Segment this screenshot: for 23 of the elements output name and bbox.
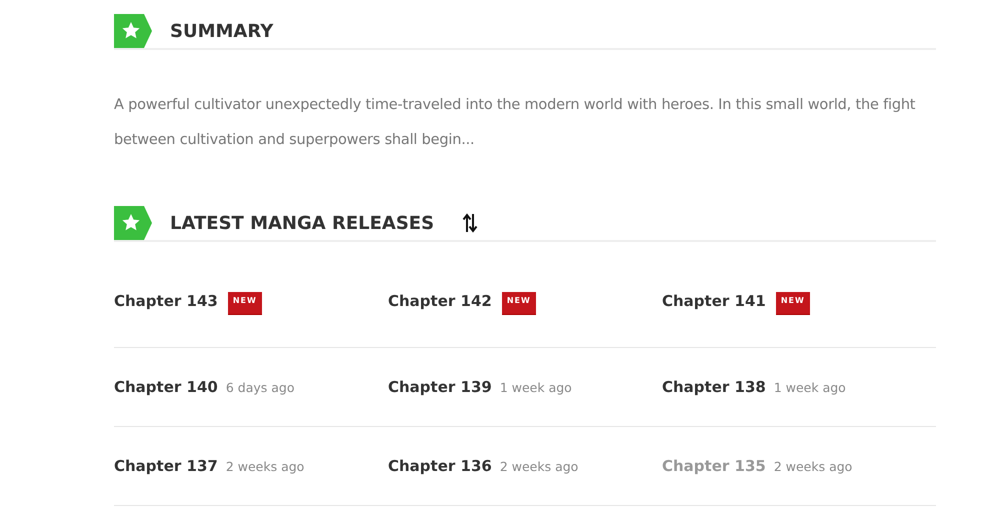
- release-time: 6 days ago: [226, 380, 294, 394]
- chapter-link[interactable]: Chapter 140: [114, 378, 218, 396]
- chapter-link[interactable]: Chapter 143: [114, 292, 218, 310]
- star-icon: [114, 14, 154, 48]
- chapter-link[interactable]: Chapter 141: [662, 292, 766, 310]
- release-time: 2 weeks ago: [226, 458, 304, 474]
- release-time: 1 week ago: [774, 380, 846, 394]
- new-badge: NEW: [228, 292, 262, 315]
- summary-text: A powerful cultivator unexpectedly time-traveled into the modern world with heroes. In this small world, the fight between cultivation and superpowers shall begin...: [114, 96, 916, 150]
- chapter-link[interactable]: Chapter 142: [388, 292, 492, 310]
- release-time: 1 week ago: [500, 380, 572, 394]
- release-time: 2 weeks ago: [500, 458, 578, 474]
- chapter-link[interactable]: Chapter 139: [388, 378, 492, 396]
- chapter-link[interactable]: Chapter 136: [388, 457, 492, 475]
- chapter-link[interactable]: Chapter 138: [662, 378, 766, 396]
- chapter-link[interactable]: Chapter 137: [114, 457, 218, 475]
- new-badge: NEW: [776, 292, 810, 315]
- star-icon: [114, 206, 154, 240]
- new-badge: NEW: [502, 292, 536, 315]
- section-title: LATEST MANGA RELEASES: [170, 212, 434, 234]
- release-time: 2 weeks ago: [774, 458, 852, 474]
- sort-icon[interactable]: [462, 212, 478, 234]
- section-title: SUMMARY: [170, 20, 274, 42]
